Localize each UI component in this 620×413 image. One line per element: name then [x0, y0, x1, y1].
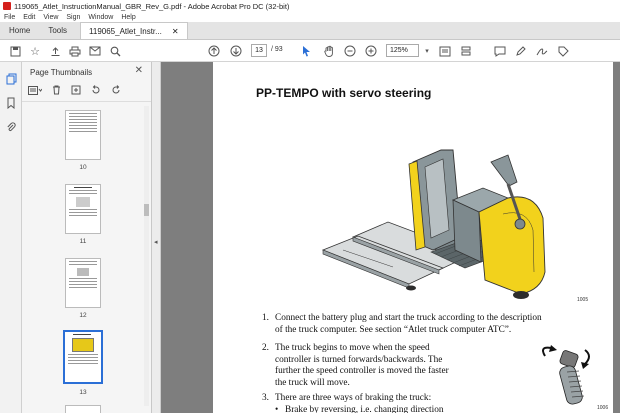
zoom-in-icon[interactable]	[364, 44, 378, 58]
save-icon[interactable]	[8, 44, 22, 58]
item-line: of the truck computer. See section “Atle…	[275, 324, 512, 335]
tab-document-label: 119065_Atlet_Instr...	[89, 26, 162, 36]
thumbnails-panel: Page Thumbnails ✕ 10 11 12 13	[22, 62, 152, 413]
page-heading: PP-TEMPO with servo steering	[256, 86, 432, 100]
item-number: 2.	[262, 343, 269, 353]
close-tab-icon[interactable]: ✕	[172, 27, 179, 36]
menu-sign[interactable]: Sign	[66, 14, 80, 21]
instruction-item-3: 3. There are three ways of braking the t…	[262, 393, 515, 405]
instruction-item-2: 2. The truck begins to move when the spe…	[262, 343, 495, 389]
thumbnail-label: 10	[79, 164, 87, 171]
menu-file[interactable]: File	[4, 14, 15, 21]
item-line: Connect the battery plug and start the t…	[275, 313, 542, 323]
thumbnail-label: 13	[79, 389, 87, 396]
rotate-right-icon[interactable]	[111, 85, 121, 98]
thumbnail-page[interactable]	[65, 258, 101, 308]
item-line: the truck will move.	[275, 377, 350, 388]
title-bar: 119065_Atlet_InstructionManual_GBR_Rev_G…	[0, 0, 620, 12]
email-icon[interactable]	[88, 44, 102, 58]
upload-icon[interactable]	[48, 44, 62, 58]
tab-tools[interactable]: Tools	[39, 22, 76, 39]
comment-icon[interactable]	[493, 44, 507, 58]
tab-home[interactable]: Home	[0, 22, 39, 39]
thumbnail-scrollbar[interactable]	[144, 106, 149, 406]
search-icon[interactable]	[108, 44, 122, 58]
thumbnail-label: 11	[79, 238, 87, 245]
window-title: 119065_Atlet_InstructionManual_GBR_Rev_G…	[14, 1, 290, 11]
bullet-item: • Brake by reversing, i.e. changing dire…	[275, 405, 523, 413]
left-icon-rail	[0, 62, 22, 413]
thumbnail-tools	[22, 82, 151, 102]
print-icon[interactable]	[68, 44, 82, 58]
menu-bar: File Edit View Sign Window Help	[0, 12, 620, 22]
scrollbar-thumb[interactable]	[144, 204, 149, 216]
thumbnail-page[interactable]	[65, 405, 101, 413]
zoom-level-input[interactable]: 125%	[386, 44, 419, 57]
tab-bar: Home Tools 119065_Atlet_Instr... ✕	[0, 22, 620, 40]
thumbnail-page[interactable]	[65, 184, 101, 234]
item-line: further the speed controller is moved th…	[275, 366, 449, 376]
rotate-left-icon[interactable]	[91, 85, 101, 98]
zoom-out-icon[interactable]	[343, 44, 357, 58]
thumbnail-page-selected[interactable]	[63, 330, 103, 384]
truck-illustration	[321, 149, 546, 299]
select-cursor-icon[interactable]	[300, 44, 314, 58]
scrolling-mode-icon[interactable]	[459, 44, 473, 58]
share-icon[interactable]	[556, 44, 570, 58]
sign-icon[interactable]	[535, 44, 549, 58]
menu-view[interactable]: View	[43, 14, 58, 21]
menu-window[interactable]: Window	[88, 14, 113, 21]
document-view[interactable]: PP-TEMPO with servo steering 1005 1. Con…	[161, 62, 620, 413]
figure-caption: 1005	[577, 297, 589, 303]
page-up-icon[interactable]	[207, 44, 221, 58]
options-menu-icon[interactable]	[28, 85, 43, 98]
attachments-icon[interactable]	[4, 120, 18, 134]
collapse-arrow-icon: ◂	[154, 239, 158, 246]
bullet-text: Brake by reversing, i.e. changing direct…	[285, 405, 444, 413]
menu-help[interactable]: Help	[121, 14, 135, 21]
thumbnail-page[interactable]	[65, 110, 101, 160]
page-total: / 93	[271, 46, 283, 53]
fit-page-icon[interactable]	[438, 44, 452, 58]
pdf-page: PP-TEMPO with servo steering 1005 1. Con…	[213, 62, 613, 413]
page-down-icon[interactable]	[229, 44, 243, 58]
close-panel-icon[interactable]: ✕	[135, 65, 143, 76]
insert-page-icon[interactable]	[71, 85, 81, 98]
zoom-dropdown-icon[interactable]: ▾	[420, 44, 434, 58]
page-number-input[interactable]: 13	[251, 44, 267, 57]
item-line: The truck begins to move when the speed	[275, 343, 430, 353]
toolbar: ☆ ▾	[0, 40, 620, 62]
item-line: There are three ways of braking the truc…	[275, 393, 432, 403]
delete-page-icon[interactable]	[52, 85, 61, 98]
item-line: controller is turned forwards/backwards.…	[275, 354, 443, 365]
item-number: 1.	[262, 313, 269, 323]
instruction-item-1: 1. Connect the battery plug and start th…	[262, 313, 610, 336]
hand-tool-icon[interactable]	[322, 44, 336, 58]
item-number: 3.	[262, 393, 269, 403]
speed-controller-illustration	[542, 345, 590, 405]
panel-collapse-handle[interactable]: ◂	[152, 62, 161, 413]
star-icon[interactable]: ☆	[28, 44, 42, 58]
highlight-pen-icon[interactable]	[514, 44, 528, 58]
menu-edit[interactable]: Edit	[23, 14, 35, 21]
acrobat-icon	[3, 2, 11, 10]
panel-title: Page Thumbnails	[30, 67, 93, 77]
thumbnail-label: 12	[79, 312, 87, 319]
page-thumbnails-icon[interactable]	[4, 72, 18, 86]
bookmarks-icon[interactable]	[4, 96, 18, 110]
tab-document[interactable]: 119065_Atlet_Instr... ✕	[80, 22, 188, 39]
figure-caption: 1006	[597, 405, 609, 411]
